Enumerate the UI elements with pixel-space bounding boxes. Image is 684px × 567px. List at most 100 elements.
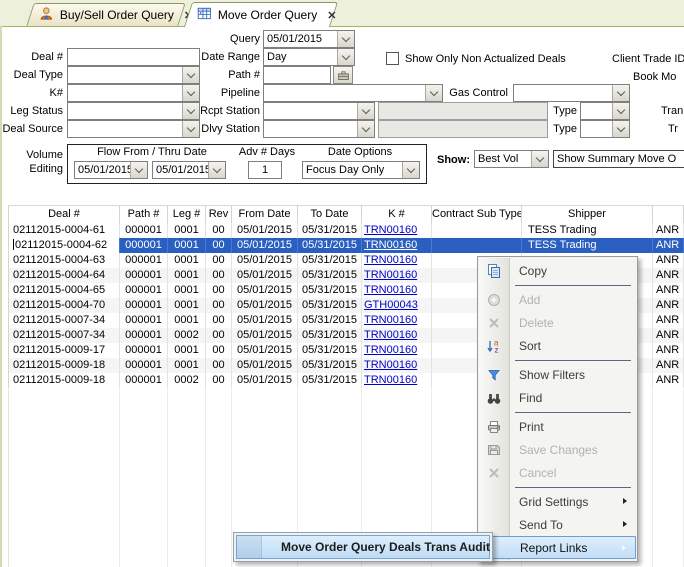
dropdown-button[interactable] xyxy=(612,103,629,119)
grid-cell[interactable]: 05/31/2015 xyxy=(298,238,362,253)
grid-cell[interactable]: 05/01/2015 xyxy=(232,238,298,253)
tab-move-order-query[interactable]: Move Order Query ✕ xyxy=(184,2,338,27)
show-mode-combo[interactable]: Best Vol xyxy=(474,150,549,168)
grid-cell[interactable]: 05/01/2015 xyxy=(232,223,298,238)
deal-source-combo[interactable] xyxy=(67,120,200,138)
date-range-combo[interactable]: Day xyxy=(263,48,355,66)
grid-cell[interactable]: 02112015-0004-70 xyxy=(8,298,120,313)
show-summary-move-button[interactable]: Show Summary Move O xyxy=(553,150,684,168)
grid-cell[interactable]: ANR xyxy=(653,238,684,253)
k-number-link[interactable]: TRN00160 xyxy=(364,344,417,356)
column-header-k-[interactable]: K # xyxy=(362,206,432,224)
grid-cell[interactable]: 0001 xyxy=(168,313,206,328)
grid-cell[interactable]: 05/01/2015 xyxy=(232,253,298,268)
tab-buy-sell-order-query[interactable]: Buy/Sell Order Query ✕ xyxy=(26,3,185,26)
grid-cell[interactable]: 00 xyxy=(206,223,232,238)
column-header-contract-sub-type[interactable]: Contract Sub Type xyxy=(432,206,522,224)
menu-item-show-filters[interactable]: Show Filters xyxy=(479,363,636,386)
grid-cell[interactable]: 02112015-0004-63 xyxy=(8,253,120,268)
grid-cell[interactable]: 05/31/2015 xyxy=(298,358,362,373)
pipeline-combo[interactable] xyxy=(263,84,443,102)
column-header-from-date[interactable]: From Date xyxy=(232,206,298,224)
grid-cell[interactable]: TESS Trading xyxy=(522,238,653,253)
column-header-path-[interactable]: Path # xyxy=(120,206,168,224)
dropdown-button[interactable] xyxy=(425,85,442,101)
grid-cell[interactable]: 02112015-0004-64 xyxy=(8,268,120,283)
grid-cell-editing[interactable]: 02112015-0004-62 xyxy=(8,238,120,253)
grid-cell[interactable]: 0001 xyxy=(168,298,206,313)
menu-item-copy[interactable]: Copy xyxy=(479,259,636,282)
grid-cell[interactable]: 00 xyxy=(206,253,232,268)
dlvy-station-combo[interactable] xyxy=(263,120,375,138)
rcpt-type-combo[interactable] xyxy=(580,102,630,120)
grid-cell[interactable]: 02112015-0004-61 xyxy=(8,223,120,238)
grid-cell[interactable]: ANR xyxy=(653,283,684,298)
grid-cell[interactable]: 05/01/2015 xyxy=(232,268,298,283)
grid-cell[interactable]: 05/31/2015 xyxy=(298,298,362,313)
grid-cell[interactable]: 02112015-0009-18 xyxy=(8,358,120,373)
table-row[interactable]: 02112015-0004-6200000100010005/01/201505… xyxy=(8,238,684,253)
deal-type-combo[interactable] xyxy=(67,66,200,84)
menu-item-sort[interactable]: azSort xyxy=(479,334,636,357)
column-header-deal-[interactable]: Deal # xyxy=(8,206,120,224)
date-options-combo[interactable]: Focus Day Only xyxy=(302,161,420,179)
grid-cell[interactable]: ANR xyxy=(653,373,684,388)
grid-cell[interactable]: ANR xyxy=(653,268,684,283)
column-header-rev[interactable]: Rev xyxy=(206,206,232,224)
k-number-link[interactable]: TRN00160 xyxy=(364,269,417,281)
grid-cell[interactable]: 00 xyxy=(206,358,232,373)
k-number-link[interactable]: TRN00160 xyxy=(364,359,417,371)
grid-cell[interactable] xyxy=(432,223,522,238)
grid-cell[interactable]: 05/31/2015 xyxy=(298,223,362,238)
grid-cell[interactable]: 000001 xyxy=(120,343,168,358)
dropdown-button[interactable] xyxy=(357,103,374,119)
grid-cell[interactable]: 05/01/2015 xyxy=(232,313,298,328)
grid-cell[interactable]: 00 xyxy=(206,343,232,358)
grid-cell[interactable]: 000001 xyxy=(120,298,168,313)
grid-cell[interactable]: 000001 xyxy=(120,268,168,283)
grid-cell[interactable]: 00 xyxy=(206,283,232,298)
rcpt-station-combo[interactable] xyxy=(263,102,375,120)
grid-cell[interactable]: TRN00160 xyxy=(362,358,432,373)
grid-cell[interactable]: 05/31/2015 xyxy=(298,253,362,268)
grid-cell[interactable]: 000001 xyxy=(120,313,168,328)
column-header-to-date[interactable]: To Date xyxy=(298,206,362,224)
path-number-input[interactable] xyxy=(263,66,331,84)
grid-cell[interactable]: 0001 xyxy=(168,343,206,358)
column-header-blank[interactable] xyxy=(653,206,684,224)
dropdown-button[interactable] xyxy=(357,121,374,137)
grid-cell[interactable]: 05/01/2015 xyxy=(232,358,298,373)
dropdown-button[interactable] xyxy=(208,162,225,178)
grid-cell[interactable]: 05/31/2015 xyxy=(298,343,362,358)
dropdown-button[interactable] xyxy=(612,121,629,137)
grid-cell[interactable]: 00 xyxy=(206,238,232,253)
dropdown-button[interactable] xyxy=(402,162,419,178)
grid-cell[interactable]: TRN00160 xyxy=(362,268,432,283)
grid-cell[interactable]: GTH00043 xyxy=(362,298,432,313)
k-number-link[interactable]: TRN00160 xyxy=(364,284,417,296)
grid-cell[interactable]: 000001 xyxy=(120,373,168,388)
menu-item-report-links[interactable]: Report Links xyxy=(479,536,636,559)
query-date-combo[interactable]: 05/01/2015 xyxy=(263,30,355,48)
k-number-link[interactable]: TRN00160 xyxy=(364,239,417,251)
dropdown-button[interactable] xyxy=(337,31,354,47)
flow-from-date-combo[interactable]: 05/01/2015 xyxy=(74,161,148,179)
k-number-link[interactable]: TRN00160 xyxy=(364,254,417,266)
grid-cell[interactable]: TRN00160 xyxy=(362,238,432,253)
k-number-link[interactable]: TRN00160 xyxy=(364,374,417,386)
grid-cell[interactable]: ANR xyxy=(653,343,684,358)
grid-cell[interactable]: 02112015-0009-17 xyxy=(8,343,120,358)
grid-cell[interactable]: TRN00160 xyxy=(362,343,432,358)
close-icon[interactable]: ✕ xyxy=(327,9,336,22)
gas-control-combo[interactable] xyxy=(513,84,630,102)
grid-cell[interactable]: TRN00160 xyxy=(362,253,432,268)
flow-thru-date-combo[interactable]: 05/01/2015 xyxy=(152,161,226,179)
k-number-link[interactable]: TRN00160 xyxy=(364,224,417,236)
menu-item-print[interactable]: Print xyxy=(479,415,636,438)
grid-cell[interactable]: 05/31/2015 xyxy=(298,328,362,343)
grid-cell[interactable]: TRN00160 xyxy=(362,373,432,388)
adv-days-input[interactable]: 1 xyxy=(248,161,282,179)
grid-cell[interactable]: 00 xyxy=(206,268,232,283)
grid-cell[interactable]: 05/01/2015 xyxy=(232,298,298,313)
grid-cell[interactable]: 00 xyxy=(206,373,232,388)
